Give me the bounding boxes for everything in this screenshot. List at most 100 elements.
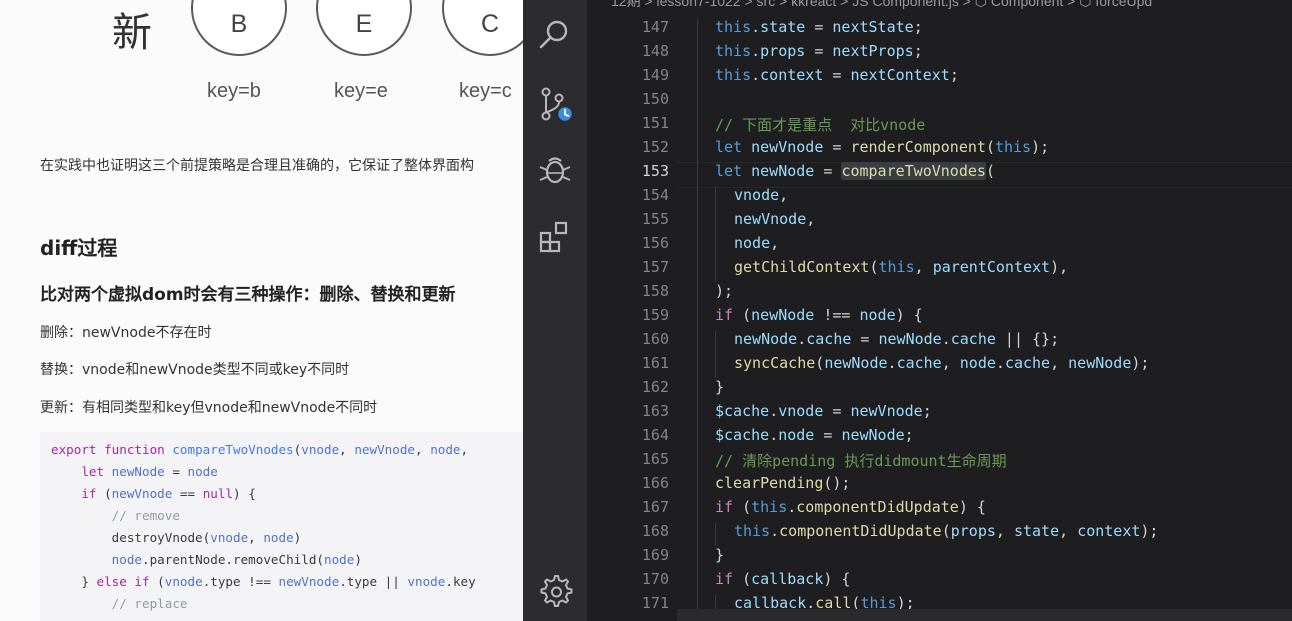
- code-token: ) {: [958, 498, 986, 516]
- code-token: newVnode: [751, 138, 824, 156]
- code-token: ,: [339, 442, 355, 457]
- code-token: .: [770, 522, 780, 540]
- code-line[interactable]: if (newNode !== node) {: [715, 306, 923, 324]
- code-token: this: [994, 138, 1032, 156]
- code-editor[interactable]: 12期 > lesson7-1022 > src > kkreact > JS …: [587, 0, 1292, 621]
- search-icon[interactable]: [537, 17, 573, 53]
- code-line[interactable]: newVnode,: [734, 210, 815, 228]
- line-number: 166: [641, 474, 669, 492]
- code-token: $cache: [715, 426, 770, 444]
- code-line[interactable]: if (this.componentDidUpdate) {: [715, 498, 986, 516]
- code-line[interactable]: node,: [734, 234, 779, 252]
- settings-gear-icon[interactable]: [537, 572, 573, 608]
- code-token: vnode: [164, 574, 203, 589]
- line-number: 147: [641, 18, 669, 36]
- code-token: let: [715, 138, 752, 156]
- code-token: ==: [172, 486, 203, 501]
- vnode-letter: C: [480, 10, 500, 38]
- code-token: );: [1131, 354, 1150, 372]
- code-line[interactable]: let newVnode = renderComponent(this);: [715, 138, 1049, 156]
- code-token: .: [995, 354, 1005, 372]
- code-line[interactable]: $cache.node = newNode;: [715, 426, 914, 444]
- code-token: ,: [941, 354, 960, 372]
- list-item: 删除：newVnode不存在时: [40, 325, 212, 341]
- code-token: .: [941, 330, 951, 348]
- section-heading: diff过程: [40, 236, 118, 260]
- code-line[interactable]: if (callback) {: [715, 570, 850, 588]
- code-token: let: [715, 162, 752, 180]
- code-token: .: [787, 498, 797, 516]
- code-token: $cache: [715, 402, 770, 420]
- code-line[interactable]: getChildContext(this, parentContext),: [734, 258, 1068, 276]
- code-line[interactable]: syncCache(newNode.cache, node.cache, new…: [734, 354, 1149, 372]
- line-number: 171: [641, 594, 669, 612]
- code-token: =: [164, 464, 188, 479]
- code-token: .: [887, 354, 897, 372]
- source-control-icon[interactable]: [537, 86, 574, 123]
- code-token: ;: [913, 18, 923, 36]
- code-token: !==: [814, 306, 860, 324]
- code-token: (: [869, 258, 879, 276]
- code-line[interactable]: clearPending();: [715, 474, 850, 492]
- line-number: 156: [641, 234, 669, 252]
- debug-icon[interactable]: [537, 152, 573, 188]
- code-token: .type ||: [339, 574, 408, 589]
- code-token: newNode: [1068, 354, 1132, 372]
- code-token: ) {: [233, 486, 256, 501]
- code-token: destroyVnode(: [51, 530, 211, 545]
- code-line[interactable]: $cache.vnode = newVnode;: [715, 402, 932, 420]
- code-token: vnode: [301, 442, 340, 457]
- code-token: ,: [1059, 522, 1078, 540]
- code-token: ,: [248, 530, 264, 545]
- code-token: // 下面才是重点 对比vnode: [715, 116, 926, 134]
- code-token: .state: [751, 18, 806, 36]
- code-token: cache: [806, 330, 852, 348]
- code-line[interactable]: );: [715, 282, 733, 300]
- code-line[interactable]: newNode.cache = newNode.cache || {};: [734, 330, 1059, 348]
- code-token: // 清除pending 执行didmount生命周期: [715, 452, 1007, 470]
- line-number: 167: [641, 498, 669, 516]
- code-token: nextContext: [850, 66, 950, 84]
- code-token: renderComponent: [850, 138, 986, 156]
- code-token: this: [734, 522, 771, 540]
- code-token: newNode: [751, 306, 815, 324]
- code-line: } else if (vnode.type !== newVnode.type …: [51, 574, 475, 589]
- code-token: node: [778, 426, 815, 444]
- horizontal-scrollbar[interactable]: [677, 609, 1292, 621]
- code-token: getChildContext: [734, 258, 870, 276]
- line-number: 161: [641, 354, 669, 372]
- line-number: 159: [641, 306, 669, 324]
- code-line[interactable]: }: [715, 546, 724, 564]
- code-token: .: [769, 402, 779, 420]
- code-line[interactable]: // 下面才是重点 对比vnode: [715, 114, 925, 135]
- code-token: ,: [914, 258, 933, 276]
- code-line[interactable]: this.context = nextContext;: [715, 66, 959, 84]
- code-token: node: [959, 354, 996, 372]
- code-line[interactable]: this.state = nextState;: [715, 18, 923, 36]
- code-token: =: [823, 402, 851, 420]
- code-token: ;: [904, 426, 914, 444]
- code-token: ): [354, 552, 362, 567]
- code-line[interactable]: let newNode = compareTwoVnodes(: [715, 162, 995, 180]
- indent-guide: [715, 186, 716, 282]
- code-line[interactable]: }: [715, 378, 724, 396]
- breadcrumb[interactable]: 12期 > lesson7-1022 > src > kkreact > JS …: [611, 0, 1152, 11]
- code-line: let newNode = node: [51, 464, 218, 479]
- code-token: newVnode: [734, 210, 807, 228]
- code-token: function: [96, 442, 173, 457]
- code-token: node: [263, 530, 294, 545]
- code-token: if: [715, 570, 743, 588]
- code-line[interactable]: this.props = nextProps;: [715, 42, 923, 60]
- code-token: this: [715, 18, 752, 36]
- code-token: nextProps: [832, 42, 914, 60]
- code-token: context: [1077, 522, 1141, 540]
- code-token: ) {: [895, 306, 923, 324]
- code-token: ,: [1050, 354, 1069, 372]
- code-token: null: [202, 486, 234, 501]
- extensions-icon[interactable]: [537, 219, 573, 255]
- code-line[interactable]: vnode,: [734, 186, 788, 204]
- code-line[interactable]: this.componentDidUpdate(props, state, co…: [734, 522, 1158, 540]
- line-number: 152: [641, 138, 669, 156]
- code-token: ) {: [823, 570, 851, 588]
- code-line[interactable]: // 清除pending 执行didmount生命周期: [715, 450, 1007, 471]
